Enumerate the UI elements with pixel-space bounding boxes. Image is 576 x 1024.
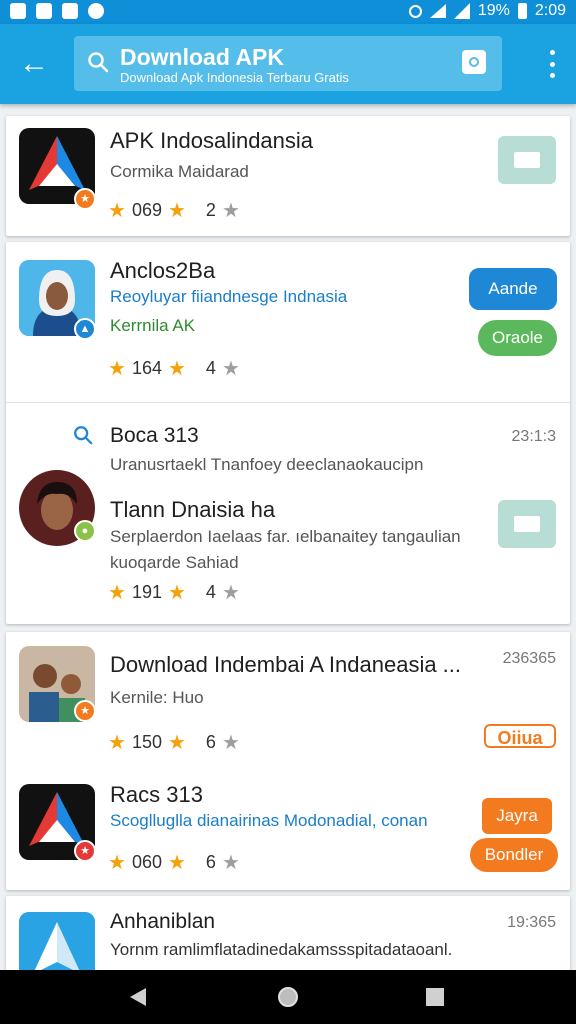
tag-label: Oiiua [484, 724, 556, 748]
search-icon [88, 52, 109, 73]
signal-icon [453, 3, 470, 19]
rating-value: 191 [131, 582, 162, 602]
result-time: 19:365 [507, 914, 556, 931]
star-icon: ★ [108, 582, 126, 604]
rating-value: 069 [131, 200, 162, 220]
app-developer: Kerrnila AK [110, 316, 196, 335]
review-count: 4 [205, 582, 216, 602]
app-title: Anhaniblan [110, 910, 216, 933]
camera-icon[interactable] [462, 50, 486, 74]
notification-icon [36, 3, 52, 19]
app-subtitle: Yornm ramlimflatadinedakamssspitadataoan… [110, 940, 453, 959]
badge-icon: ★ [74, 700, 96, 722]
app-title: Racs 313 [110, 782, 203, 807]
star-icon: ★ [167, 358, 186, 380]
search-icon [74, 426, 93, 445]
notification-icon [10, 3, 26, 19]
app-subtitle: Cormika Maidarad [110, 162, 249, 181]
wifi-icon [429, 4, 446, 18]
review-count: 6 [205, 732, 216, 752]
badge-icon: ★ [74, 188, 96, 210]
battery-level: 19% [477, 2, 510, 19]
app-card[interactable]: ★ APK Indosalindansia Cormika Maidarad ★… [6, 116, 570, 236]
notification-icon [62, 3, 78, 19]
battery-icon [517, 3, 527, 19]
result-title[interactable]: Boca 313 [110, 424, 199, 448]
details-button[interactable] [498, 136, 556, 184]
app-card-group: ★ Download Indembai A Indaneasia ... 236… [6, 632, 570, 890]
app-rating: ★ 191 ★ 4 ★ [108, 580, 240, 605]
badge-icon: ★ [74, 840, 96, 862]
app-card-group: ▲ Anclos2Ba Reoyluyar fiiandnesge Indnas… [6, 242, 570, 624]
app-title: APK Indosalindansia [110, 128, 314, 153]
details-button[interactable] [498, 500, 556, 548]
app-subtitle: Kernile: Huo [110, 688, 204, 707]
star-outline-icon: ★ [221, 732, 240, 754]
back-icon[interactable] [126, 984, 152, 1010]
star-icon: ★ [108, 852, 126, 874]
app-rating: ★ 060 ★ 6 ★ [108, 850, 240, 875]
star-outline-icon: ★ [221, 582, 240, 604]
primary-action-button[interactable]: Jayra [482, 798, 552, 834]
app-subtitle: Reoyluyar fiiandnesge Indnasia [110, 287, 348, 306]
app-icon [19, 912, 95, 976]
star-icon: ★ [167, 200, 186, 222]
divider [6, 402, 570, 403]
app-bar: ← Download APK Download Apk Indonesia Te… [0, 24, 576, 104]
review-count: 4 [205, 358, 216, 378]
app-subtitle: Serplaerdon Iaelaas far. ıelbanaitey tan… [110, 527, 461, 546]
app-card[interactable]: Anhaniblan 19:365 Yornm ramlimflatadined… [6, 896, 570, 976]
rating-value: 060 [131, 852, 162, 872]
rating-value: 164 [131, 358, 162, 378]
back-arrow-icon[interactable]: ← [16, 46, 52, 82]
primary-action-button[interactable]: Aande [469, 268, 557, 310]
star-icon: ★ [108, 732, 126, 754]
star-outline-icon: ★ [221, 200, 240, 222]
overflow-menu-icon[interactable] [548, 50, 556, 78]
result-time: 236365 [502, 650, 556, 667]
star-icon: ★ [167, 732, 186, 754]
badge-icon: ▲ [74, 318, 96, 340]
result-time: 23:1:3 [511, 428, 556, 445]
star-outline-icon: ★ [221, 852, 240, 874]
app-title: Tlann Dnaisia ha [110, 497, 276, 522]
app-rating: ★ 150 ★ 6 ★ [108, 730, 240, 755]
search-query: Download APK [120, 44, 284, 70]
star-icon: ★ [167, 852, 186, 874]
system-navigation-bar [0, 970, 576, 1024]
app-subtitle-line2: kuoqarde Sahiad [110, 553, 239, 572]
notification-icon [88, 3, 104, 19]
badge-icon: ● [74, 520, 96, 542]
status-bar: 19% 2:09 [0, 0, 576, 24]
recents-icon[interactable] [422, 984, 448, 1010]
clock: 2:09 [534, 2, 566, 19]
app-rating: ★ 069 ★ 2 ★ [108, 198, 240, 223]
alarm-icon [408, 4, 422, 18]
search-subtitle: Download Apk Indonesia Terbaru Gratis [120, 70, 349, 85]
star-icon: ★ [108, 358, 126, 380]
secondary-action-button[interactable]: Oraole [478, 320, 557, 356]
star-icon: ★ [167, 582, 186, 604]
notification-icons [10, 3, 104, 19]
search-bar[interactable]: Download APK Download Apk Indonesia Terb… [74, 36, 502, 91]
review-count: 2 [205, 200, 216, 220]
star-icon: ★ [108, 200, 126, 222]
rating-value: 150 [131, 732, 162, 752]
result-subtitle: Uranusrtaekl Tnanfoey deeclanaokaucipn [110, 455, 424, 474]
app-subtitle: Scoglluglla dianairinas Modonadial, cona… [110, 811, 428, 830]
home-icon[interactable] [275, 984, 301, 1010]
app-title: Anclos2Ba [110, 258, 216, 283]
secondary-action-button[interactable]: Bondler [470, 838, 558, 872]
app-title: Download Indembai A Indaneasia ... [110, 652, 462, 677]
app-rating: ★ 164 ★ 4 ★ [108, 356, 240, 381]
star-outline-icon: ★ [221, 358, 240, 380]
review-count: 6 [205, 852, 216, 872]
